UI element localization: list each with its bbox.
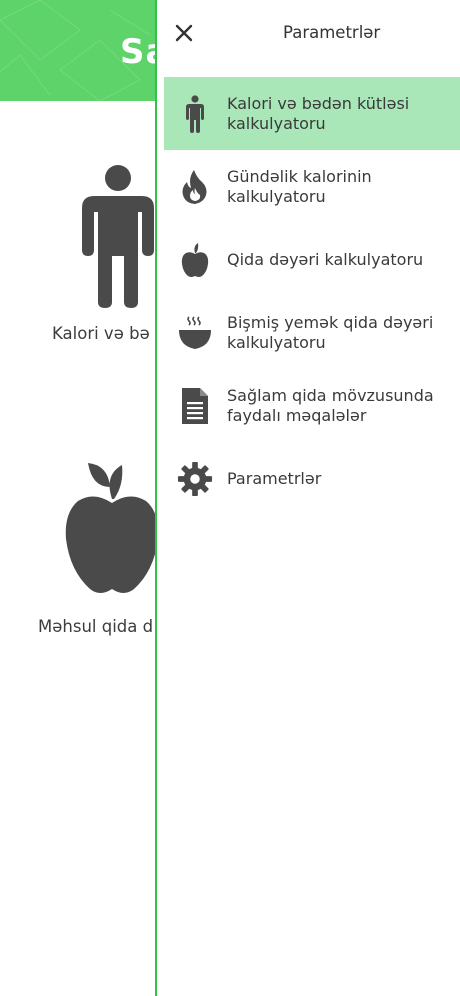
menu-item-label: Parametrlər [227, 468, 322, 488]
apple-icon [177, 242, 213, 278]
menu-item-label: Gündəlik kalorinin kalkulyatoru [227, 166, 372, 206]
drawer-title: Parametrlər [283, 23, 381, 42]
nutrition-card-label: Məhsul qida d [38, 617, 154, 636]
close-button[interactable] [171, 20, 197, 46]
close-icon [175, 24, 193, 42]
menu-item-label: Sağlam qida mövzusunda faydalı məqalələr [227, 385, 434, 425]
menu-item-daily-calorie[interactable]: Gündəlik kalorinin kalkulyatoru [157, 150, 460, 223]
document-icon [177, 387, 213, 424]
navigation-drawer: Parametrlər Kalori və bədən kütləsi kalk… [155, 0, 460, 996]
menu-item-settings[interactable]: Parametrlər [157, 442, 460, 515]
menu-item-food-value[interactable]: Qida dəyəri kalkulyatoru [157, 223, 460, 296]
menu-item-label: Bişmiş yemək qida dəyəri kalkulyatoru [227, 312, 434, 352]
menu-item-cooked-meal[interactable]: Bişmiş yemək qida dəyəri kalkulyatoru [157, 296, 460, 369]
menu-item-label: Qida dəyəri kalkulyatoru [227, 249, 424, 269]
flame-icon [177, 169, 213, 205]
person-icon [177, 94, 213, 133]
menu-item-calorie-bmi[interactable]: Kalori və bədən kütləsi kalkulyatoru [164, 77, 460, 150]
apple-icon [65, 463, 159, 593]
soup-bowl-icon [177, 315, 213, 351]
drawer-menu: Kalori və bədən kütləsi kalkulyatoru Gün… [157, 77, 460, 515]
calorie-card-label: Kalori və bə [52, 324, 150, 343]
menu-item-label: Kalori və bədən kütləsi kalkulyatoru [227, 93, 410, 133]
gear-icon [177, 461, 213, 497]
drawer-header: Parametrlər [157, 0, 460, 70]
person-icon [82, 165, 154, 308]
menu-item-articles[interactable]: Sağlam qida mövzusunda faydalı məqalələr [157, 369, 460, 442]
